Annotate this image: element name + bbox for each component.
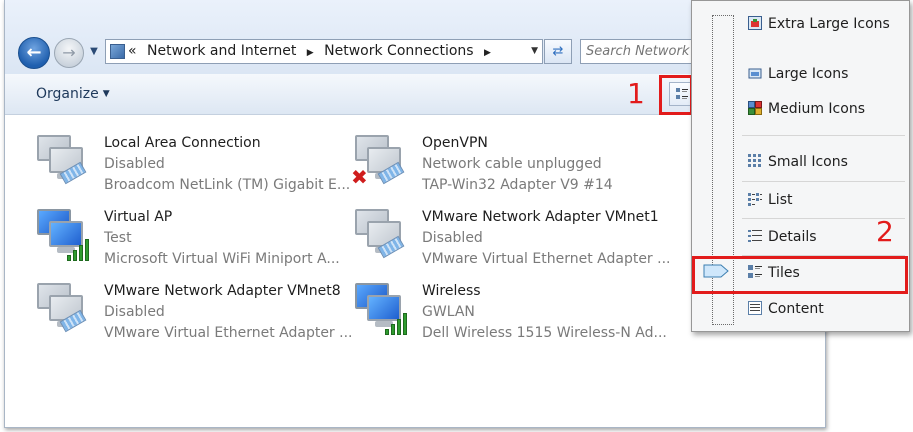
breadcrumb-chevron-icon[interactable]: ▶ (484, 48, 491, 58)
wireless-network-icon (35, 207, 91, 263)
connection-device: VMware Virtual Ethernet Adapter ... (104, 325, 353, 341)
recent-pages-dropdown-icon[interactable]: ▼ (88, 45, 100, 59)
connection-status: Disabled (104, 304, 165, 320)
annotation-highlight-tiles (692, 256, 908, 294)
control-panel-icon (110, 44, 125, 59)
list-item[interactable]: VMware Network Adapter VMnet8 Disabled V… (5, 271, 353, 341)
extra-large-icons-icon (748, 16, 762, 30)
breadcrumb-chevron-icon[interactable]: ▶ (307, 48, 314, 58)
connection-device: Dell Wireless 1515 Wireless-N Ad... (422, 325, 667, 341)
breadcrumb-network-connections[interactable]: Network Connections (324, 43, 473, 59)
connection-status: Test (104, 230, 132, 246)
annotation-number-2: 2 (876, 215, 894, 248)
connection-status: GWLAN (422, 304, 475, 320)
connection-status: Disabled (104, 156, 165, 172)
menu-item-label: Medium Icons (768, 101, 865, 117)
connection-name: VMware Network Adapter VMnet1 (422, 209, 659, 225)
small-icons-icon (748, 154, 761, 167)
wired-network-icon (353, 207, 409, 263)
large-icons-icon (748, 68, 762, 79)
wired-network-error-icon: ✖ (351, 133, 409, 189)
menu-item-label: Small Icons (768, 154, 848, 170)
list-item[interactable]: Virtual AP Test Microsoft Virtual WiFi M… (5, 197, 340, 267)
medium-icons-icon (748, 101, 762, 115)
breadcrumb: « Network and Internet ▶ Network Connect… (128, 40, 497, 63)
breadcrumb-network-and-internet[interactable]: Network and Internet (147, 43, 296, 59)
organize-label: Organize (36, 86, 99, 102)
connection-status: Disabled (422, 230, 483, 246)
organize-button[interactable]: Organize ▼ (36, 86, 110, 102)
connection-name: Wireless (422, 283, 481, 299)
address-bar[interactable]: « Network and Internet ▶ Network Connect… (105, 39, 543, 64)
menu-item-label: Details (768, 229, 817, 245)
forward-button[interactable]: → (54, 38, 84, 68)
back-button[interactable]: ← (18, 37, 50, 69)
connection-device: VMware Virtual Ethernet Adapter ... (422, 251, 671, 267)
connection-name: OpenVPN (422, 135, 488, 151)
menu-item-large-icons[interactable]: Large Icons (748, 61, 908, 87)
wired-network-icon (35, 133, 91, 189)
refresh-button[interactable]: ⇄ (544, 39, 572, 64)
menu-item-label: Large Icons (768, 66, 849, 82)
wired-network-icon (35, 281, 91, 337)
list-item[interactable]: VMware Network Adapter VMnet1 Disabled V… (323, 197, 671, 267)
details-view-icon (748, 230, 762, 242)
breadcrumb-overflow[interactable]: « (128, 43, 137, 59)
connection-device: Microsoft Virtual WiFi Miniport A... (104, 251, 340, 267)
connection-status: Network cable unplugged (422, 156, 602, 172)
menu-item-extra-large-icons[interactable]: Extra Large Icons (748, 11, 908, 37)
connection-name: Virtual AP (104, 209, 173, 225)
connection-name: Local Area Connection (104, 135, 261, 151)
chevron-down-icon: ▼ (102, 89, 110, 99)
connection-device: TAP-Win32 Adapter V9 #14 (422, 177, 613, 193)
menu-separator (742, 135, 905, 136)
annotation-highlight-view-button (659, 75, 693, 115)
list-item[interactable]: Local Area Connection Disabled Broadcom … (5, 123, 350, 193)
menu-item-medium-icons[interactable]: Medium Icons (748, 96, 908, 122)
content-view-icon (748, 301, 762, 315)
connection-device: Broadcom NetLink (TM) Gigabit E... (104, 177, 351, 193)
list-view-icon (748, 193, 762, 206)
menu-item-label: Extra Large Icons (768, 16, 890, 32)
wireless-network-icon (353, 281, 409, 337)
menu-separator (742, 181, 905, 182)
annotation-number-1: 1 (627, 77, 645, 110)
menu-item-label: List (768, 192, 793, 208)
menu-item-list[interactable]: List (748, 187, 908, 213)
menu-item-small-icons[interactable]: Small Icons (748, 149, 908, 175)
menu-item-content[interactable]: Content (748, 296, 908, 322)
menu-item-label: Content (768, 301, 824, 317)
address-dropdown-icon[interactable]: ▼ (531, 40, 538, 63)
list-item[interactable]: ✖ OpenVPN Network cable unplugged TAP-Wi… (323, 123, 633, 193)
connection-name: VMware Network Adapter VMnet8 (104, 283, 341, 299)
list-item[interactable]: Wireless GWLAN Dell Wireless 1515 Wirele… (323, 271, 667, 341)
